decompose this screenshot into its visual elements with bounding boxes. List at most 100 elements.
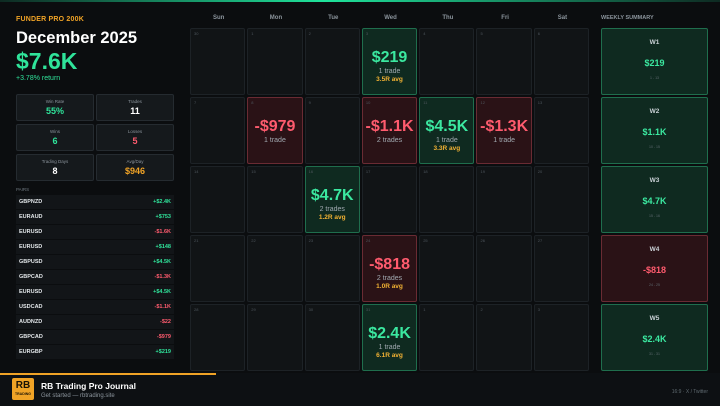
day-trade-count: 1 trade xyxy=(378,68,401,75)
month-title: December 2025 xyxy=(16,29,138,47)
calendar-day-cell[interactable]: 9 xyxy=(304,97,360,164)
day-number: 8 xyxy=(251,100,254,105)
pair-name: EURUSD xyxy=(19,289,43,295)
calendar-day-cell[interactable]: 1 xyxy=(419,304,475,371)
day-number: 18 xyxy=(423,169,428,174)
calendar-day-cell[interactable]: 5 xyxy=(476,28,532,95)
day-number: 25 xyxy=(423,238,428,243)
pair-pnl: -$1.3K xyxy=(154,274,171,280)
calendar-day-cell[interactable]: 3 $219 1 trade 3.5R avg xyxy=(361,28,418,95)
pair-pnl: +$4.5K xyxy=(153,289,171,295)
day-trade-count: 1 trade xyxy=(378,344,401,351)
footer-link[interactable]: Get started — rbtrading.site xyxy=(41,393,115,399)
calendar-day-cell[interactable]: 7 xyxy=(190,97,246,164)
calendar-day-cell[interactable]: 6 xyxy=(533,28,590,95)
calendar-day-cell[interactable]: 22 xyxy=(247,235,303,302)
calendar-day-cell[interactable]: 23 xyxy=(304,235,360,302)
calendar-day-cell[interactable]: 20 xyxy=(533,166,590,233)
week-label: W3 xyxy=(649,177,660,184)
calendar-day-cell[interactable]: 28 xyxy=(190,304,246,371)
pair-pnl: -$22 xyxy=(159,319,171,325)
calendar-day-cell[interactable]: 19 xyxy=(476,166,532,233)
calendar-day-cell[interactable]: 12 -$1.3K 1 trade xyxy=(476,97,532,164)
calendar-day-cell[interactable]: 4 xyxy=(419,28,475,95)
calendar-day-cell[interactable]: 2 xyxy=(476,304,532,371)
pair-pnl: +$219 xyxy=(155,349,171,355)
stat-label: Losses xyxy=(127,129,143,134)
calendar-day-cell[interactable]: 29 xyxy=(247,304,303,371)
pair-pnl: -$979 xyxy=(156,334,171,340)
weekday-label: Fri xyxy=(501,15,509,21)
week-summary-card: W4 -$818 24 - 25 xyxy=(601,235,708,302)
weekday-label: Thu xyxy=(442,15,454,21)
pair-row: GBPUSD +$4.5K xyxy=(16,255,174,270)
day-number: 27 xyxy=(537,238,543,243)
stat-card: Trades 11 xyxy=(96,94,174,121)
pair-row: EURGBP +$219 xyxy=(16,345,174,360)
stat-card: Losses 5 xyxy=(96,124,174,151)
calendar-day-cell[interactable]: 27 xyxy=(533,235,590,302)
day-trade-count: 2 trades xyxy=(376,275,403,282)
calendar-day-cell[interactable]: 2 xyxy=(304,28,360,95)
pair-name: USDCAD xyxy=(19,304,43,310)
calendar-day-cell[interactable]: 31 $2.4K 1 trade 6.1R avg xyxy=(361,304,418,371)
account-name: FUNDER PRO 200K xyxy=(16,16,84,23)
pair-name: GBPNZD xyxy=(19,199,43,205)
day-number: 30 xyxy=(194,31,199,36)
weekday-label: Sat xyxy=(557,15,568,21)
calendar-day-cell[interactable]: 14 xyxy=(190,166,246,233)
day-number: 6 xyxy=(537,31,541,36)
day-number: 22 xyxy=(251,238,256,243)
pair-pnl: +$753 xyxy=(155,214,171,220)
calendar-day-cell[interactable]: 21 xyxy=(190,235,246,302)
calendar-day-cell[interactable]: 3 xyxy=(533,304,590,371)
summary-panel: FUNDER PRO 200K December 2025 $7.6K +3.7… xyxy=(16,16,174,360)
weekly-summary: W1 $219 1 - 13 W2 $1.1K 10 - 15 W3 $4.7K 15 - 16… xyxy=(601,28,708,371)
pair-row: AUDNZD -$22 xyxy=(16,315,174,330)
stat-card: Win Rate 55% xyxy=(16,94,94,121)
pair-row: GBPNZD +$2.4K xyxy=(16,195,174,210)
monthly-pnl: $7.6K xyxy=(16,48,78,74)
day-r-average: 1.2R avg xyxy=(318,214,346,221)
day-number: 10 xyxy=(365,100,371,105)
calendar-day-cell[interactable]: 16 $4.7K 2 trades 1.2R avg xyxy=(304,166,360,233)
day-number: 30 xyxy=(308,307,314,312)
pair-name: GBPUSD xyxy=(19,259,43,265)
calendar-day-cell[interactable]: 1 xyxy=(247,28,303,95)
pair-row: EURAUD +$753 xyxy=(16,210,174,225)
week-label: W4 xyxy=(649,246,660,253)
brand-logo: RB TRADING xyxy=(12,378,34,400)
day-number: 16 xyxy=(308,169,314,174)
day-number: 19 xyxy=(480,169,485,174)
pairs-list: GBPNZD +$2.4K EURAUD +$753 EURUSD -$1.6K EURUS… xyxy=(16,195,174,360)
day-number: 9 xyxy=(308,100,311,105)
day-pnl: $219 xyxy=(371,49,408,66)
calendar-day-cell[interactable]: 17 xyxy=(361,166,418,233)
calendar-day-cell[interactable]: 11 $4.5K 1 trade 3.3R avg xyxy=(419,97,475,164)
calendar-day-cell[interactable]: 13 xyxy=(533,97,590,164)
pair-pnl: +$2.4K xyxy=(153,199,171,205)
pair-row: EURUSD -$1.6K xyxy=(16,225,174,240)
calendar-day-cell[interactable]: 26 xyxy=(476,235,532,302)
calendar-day-cell[interactable]: 15 xyxy=(247,166,303,233)
calendar-day-cell[interactable]: 30 xyxy=(190,28,246,95)
pair-name: EURAUD xyxy=(19,214,43,220)
weekday-label: Sun xyxy=(212,15,225,21)
day-trade-count: 1 trade xyxy=(264,137,286,144)
week-pnl: $4.7K xyxy=(642,196,667,206)
calendar-day-cell[interactable]: 30 xyxy=(304,304,360,371)
pair-name: EURGBP xyxy=(19,349,43,355)
calendar-day-cell[interactable]: 25 xyxy=(419,235,475,302)
day-pnl: $4.5K xyxy=(425,118,469,135)
calendar-day-cell[interactable]: 18 xyxy=(419,166,475,233)
day-number: 3 xyxy=(537,307,541,312)
stats-grid: Win Rate 55% Trades 11 Wins 6 Losses 5 T… xyxy=(16,94,174,181)
week-label: W1 xyxy=(649,39,660,46)
pair-row: GBPCAD -$979 xyxy=(16,330,174,345)
calendar-day-cell[interactable]: 24 -$818 2 trades 1.0R avg xyxy=(361,235,418,302)
calendar-day-cell[interactable]: 8 -$979 1 trade xyxy=(247,97,303,164)
footer-accent-line xyxy=(0,373,216,375)
day-pnl: -$1.3K xyxy=(480,118,529,135)
day-number: 31 xyxy=(365,307,371,312)
calendar-day-cell[interactable]: 10 -$1.1K 2 trades xyxy=(361,97,418,164)
